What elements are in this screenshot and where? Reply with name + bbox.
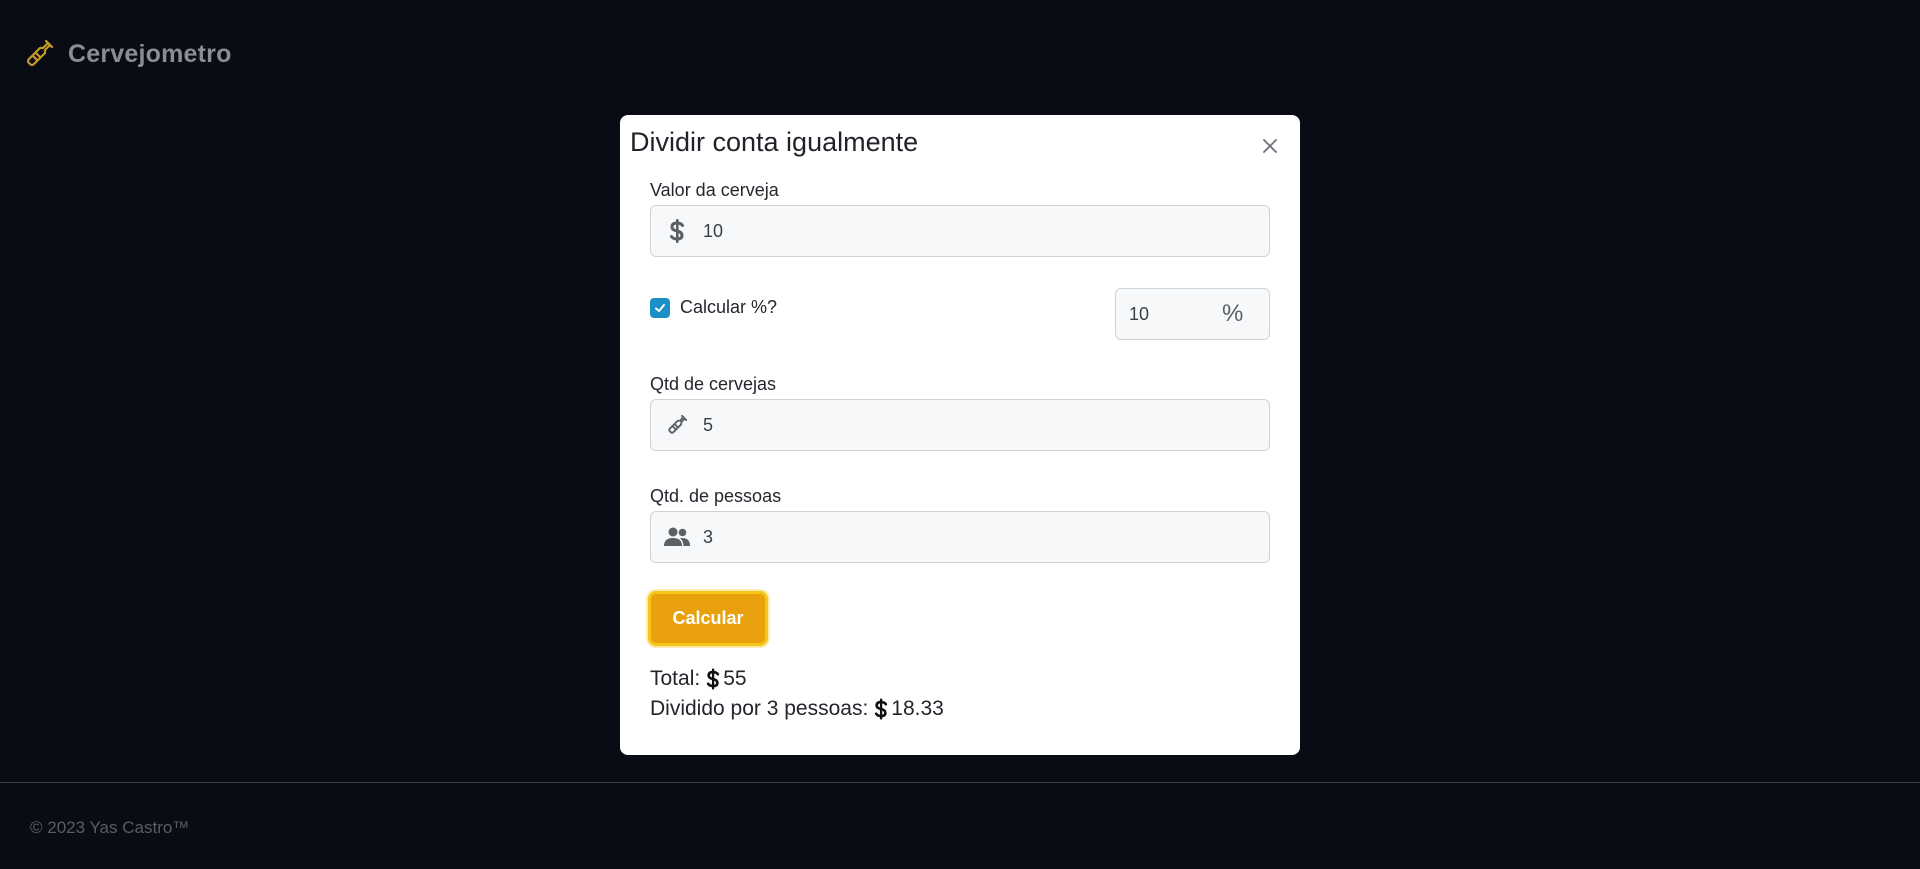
close-icon (1263, 139, 1277, 153)
check-icon (655, 303, 665, 312)
footer-copyright: © 2023 Yas Castro™ (30, 818, 190, 837)
percent-input[interactable] (1116, 289, 1216, 339)
close-button[interactable] (1256, 132, 1284, 160)
calculate-button[interactable]: Calcular (648, 591, 768, 646)
beer-qty-label: Qtd de cervejas (650, 374, 777, 394)
split-value: 18.33 (891, 697, 944, 720)
people-qty-label: Qtd. de pessoas (650, 486, 782, 506)
percent-checkbox[interactable] (650, 297, 670, 318)
modal-title: Dividir conta igualmente (630, 127, 919, 157)
users-icon (651, 512, 703, 562)
beer-price-input[interactable] (703, 206, 1269, 256)
beer-price-group (650, 205, 1270, 257)
dollar-icon (875, 698, 888, 720)
navbar: Cervejometro (0, 0, 1920, 108)
beer-bottle-icon (22, 37, 56, 71)
beer-qty-input[interactable] (703, 400, 1269, 450)
percent-sign: % (1222, 300, 1244, 327)
people-qty-group (650, 511, 1270, 563)
percent-checkbox-row: Calcular %? (650, 297, 777, 318)
beer-bottle-icon (651, 400, 703, 450)
percent-checkbox-label: Calcular %? (680, 297, 778, 317)
people-qty-input[interactable] (703, 512, 1269, 562)
total-value: 55 (723, 667, 747, 690)
beer-price-label: Valor da cerveja (650, 180, 779, 200)
brand-name[interactable]: Cervejometro (68, 40, 232, 69)
beer-qty-group (650, 399, 1270, 451)
total-result: Total: 55 (650, 667, 747, 691)
dollar-icon (651, 206, 703, 256)
split-result: Dividido por 3 pessoas: 18.33 (650, 697, 944, 721)
dollar-icon (707, 668, 720, 690)
split-label: Dividido por 3 pessoas: (650, 697, 869, 720)
percent-group: % (1115, 288, 1270, 340)
total-label: Total: (650, 667, 701, 690)
footer-divider (0, 782, 1920, 783)
